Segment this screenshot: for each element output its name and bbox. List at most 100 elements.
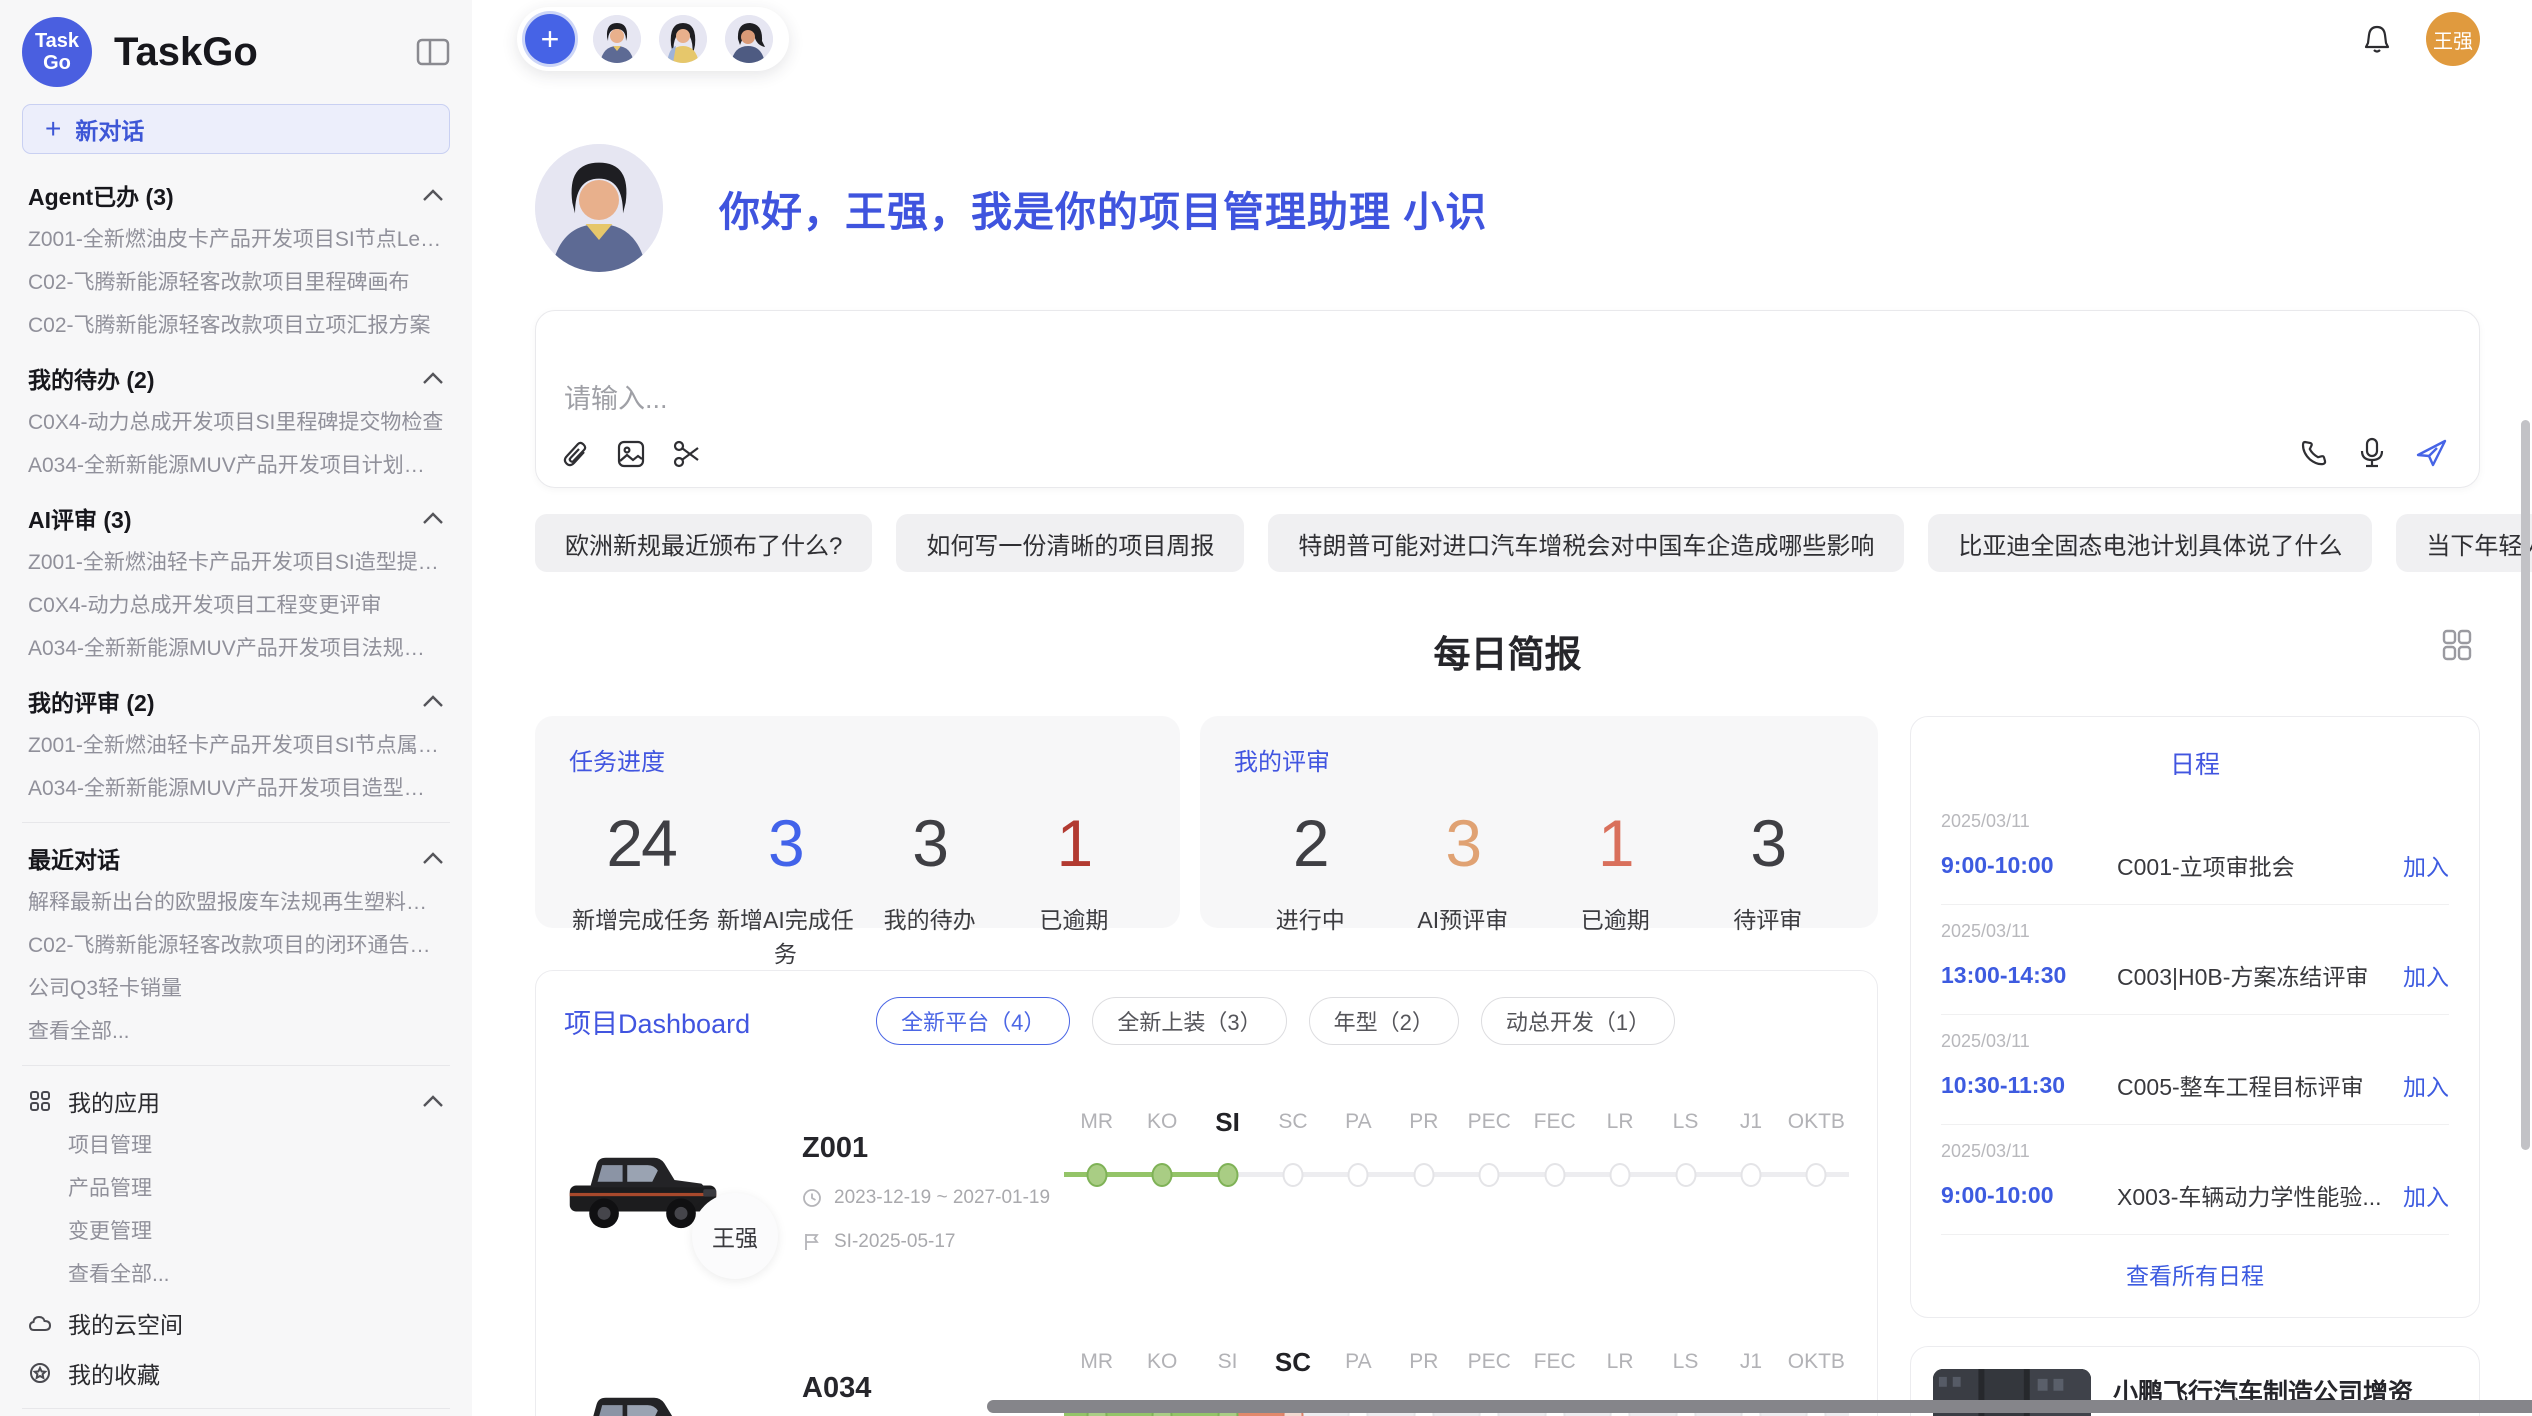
join-link[interactable]: 加入 — [2403, 1178, 2449, 1212]
sidebar-section-header[interactable]: Agent已办 (3) — [22, 172, 450, 218]
sidebar-section-header[interactable]: AI评审 (3) — [22, 495, 450, 541]
stat-cell: 1已逾期 — [1539, 805, 1692, 935]
sidebar-item[interactable]: C0X4-动力总成开发项目SI里程碑提交物检查 — [22, 401, 450, 444]
sidebar-item[interactable]: A034-全新新能源MUV产品开发项目法规符合性评审 — [22, 627, 450, 670]
recent-chat-item[interactable]: C02-飞腾新能源轻客改款项目的闭环通告反馈情况 — [22, 924, 450, 967]
agent-avatar-3[interactable] — [725, 15, 773, 63]
section-title: 我的评审 (2) — [28, 684, 155, 718]
sidebar: Task Go TaskGo + 新对话 Agent已办 (3)Z001-全新燃… — [0, 0, 472, 1416]
suggestion-chip[interactable]: 特朗普可能对进口汽车增税会对中国车企造成哪些影响 — [1268, 514, 1904, 572]
milestone-label: LS — [1673, 1105, 1699, 1139]
schedule-name: C003|H0B-方案冻结评审 — [2117, 958, 2403, 992]
milestone-label: KO — [1147, 1345, 1177, 1379]
app-sub-item[interactable]: 产品管理 — [22, 1167, 450, 1210]
task-progress-title: 任务进度 — [569, 742, 1146, 777]
chevron-up-icon[interactable] — [422, 511, 444, 525]
left-column: 任务进度 24新增完成任务3新增AI完成任务3我的待办1已逾期 我的评审 2进行… — [535, 716, 1878, 1416]
sidebar-section-header[interactable]: 我的待办 (2) — [22, 355, 450, 401]
milestone-label: OKTB — [1788, 1105, 1845, 1139]
join-link[interactable]: 加入 — [2403, 1068, 2449, 1102]
sidebar-item[interactable]: A034-全新新能源MUV产品开发项目造型可行性评审 — [22, 767, 450, 810]
sidebar-item[interactable]: Z001-全新燃油轻卡产品开发项目SI造型提交物评审 — [22, 541, 450, 584]
microphone-icon[interactable] — [2359, 437, 2385, 469]
suggestion-chip[interactable]: 欧洲新规最近颁布了什么? — [535, 514, 872, 572]
recent-chat-item[interactable]: 公司Q3轻卡销量 — [22, 967, 450, 1010]
milestone: SC — [1260, 1105, 1325, 1197]
app-sub-item[interactable]: 查看全部... — [22, 1253, 450, 1296]
schedule-item: 2025/03/119:00-10:00C001-立项审批会加入 — [1941, 795, 2449, 905]
plus-icon: + — [45, 113, 61, 145]
stat-label: 已逾期 — [1539, 901, 1692, 935]
milestone-label: PA — [1345, 1105, 1371, 1139]
suggestion-chip[interactable]: 如何写一份清晰的项目周报 — [896, 514, 1244, 572]
chevron-up-icon[interactable] — [422, 694, 444, 708]
sidebar-item[interactable]: A034-全新新能源MUV产品开发项目计划变更表编写 — [22, 444, 450, 487]
suggestion-chip[interactable]: 当下年轻人对汽车外观有怎样的喜好趋势 — [2396, 514, 2532, 572]
image-icon[interactable] — [616, 439, 646, 469]
chevron-up-icon[interactable] — [422, 188, 444, 202]
schedule-name: C001-立项审批会 — [2117, 848, 2403, 882]
notification-bell-icon[interactable] — [2362, 23, 2392, 55]
join-link[interactable]: 加入 — [2403, 958, 2449, 992]
section-title: 我的待办 (2) — [28, 361, 155, 395]
recent-chat-item[interactable]: 查看全部... — [22, 1010, 450, 1053]
send-icon[interactable] — [2415, 437, 2449, 469]
new-chat-button[interactable]: + 新对话 — [22, 104, 450, 154]
milestone-dot — [1479, 1163, 1500, 1187]
task-progress-stats: 24新增完成任务3新增AI完成任务3我的待办1已逾期 — [569, 805, 1146, 969]
sidebar-collapse-icon[interactable] — [416, 37, 450, 67]
schedule-date: 2025/03/11 — [1941, 921, 2449, 942]
schedule-title: 日程 — [1941, 737, 2449, 795]
sidebar-scroll-area[interactable]: Agent已办 (3)Z001-全新燃油皮卡产品开发项目SI节点Lesson L… — [22, 164, 450, 1416]
dashboard-tab[interactable]: 全新上装（3） — [1092, 997, 1286, 1045]
my-favorites-row[interactable]: 我的收藏 — [22, 1350, 450, 1396]
sidebar-item[interactable]: C02-飞腾新能源轻客改款项目立项汇报方案 — [22, 304, 450, 347]
suggestion-chip[interactable]: 比亚迪全固态电池计划具体说了什么 — [1928, 514, 2372, 572]
scissors-icon[interactable] — [672, 439, 702, 469]
milestone-label: LR — [1607, 1105, 1634, 1139]
sidebar-item[interactable]: C02-飞腾新能源轻客改款项目里程碑画布 — [22, 261, 450, 304]
chat-composer[interactable]: 请输入... — [535, 310, 2480, 488]
user-avatar[interactable]: 王强 — [2426, 12, 2480, 66]
sidebar-item[interactable]: C0X4-动力总成开发项目工程变更评审 — [22, 584, 450, 627]
agent-avatar-1[interactable] — [593, 15, 641, 63]
milestone-track — [1195, 1153, 1260, 1197]
dashboard-title: 项目Dashboard — [564, 1002, 750, 1041]
sidebar-item[interactable]: Z001-全新燃油轻卡产品开发项目SI节点属性5D文件评审 — [22, 724, 450, 767]
dashboard-tab[interactable]: 年型（2） — [1309, 997, 1459, 1045]
composer-tools-right — [2299, 437, 2449, 469]
agent-avatar-2[interactable] — [659, 15, 707, 63]
chevron-up-icon[interactable] — [422, 851, 444, 865]
phone-icon[interactable] — [2299, 438, 2329, 468]
milestone-dot — [1217, 1163, 1238, 1187]
dashboard-tab[interactable]: 全新平台（4） — [876, 997, 1070, 1045]
dashboard-tab[interactable]: 动总开发（1） — [1481, 997, 1675, 1045]
milestone-label: SC — [1278, 1105, 1307, 1139]
layout-grid-icon[interactable] — [2440, 628, 2474, 662]
milestone-track — [1522, 1153, 1587, 1197]
app-sub-item[interactable]: 项目管理 — [22, 1124, 450, 1167]
chevron-up-icon[interactable] — [422, 1094, 444, 1108]
my-apps-row[interactable]: 我的应用 — [22, 1078, 450, 1124]
horizontal-scrollbar[interactable] — [987, 1400, 2532, 1413]
schedule-line: 9:00-10:00X003-车辆动力学性能验...加入 — [1941, 1178, 2449, 1212]
milestone-dot — [1086, 1163, 1107, 1187]
chevron-up-icon[interactable] — [422, 371, 444, 385]
recent-chat-item[interactable]: 解释最新出台的欧盟报废车法规再生塑料比例被调至15%... — [22, 881, 450, 924]
brief-columns: 任务进度 24新增完成任务3新增AI完成任务3我的待办1已逾期 我的评审 2进行… — [535, 716, 2480, 1416]
my-cloud-row[interactable]: 我的云空间 — [22, 1300, 450, 1346]
favorites-badge-icon — [28, 1361, 52, 1385]
sidebar-item[interactable]: Z001-全新燃油皮卡产品开发项目SI节点Lesson Learn报告 — [22, 218, 450, 261]
app-sub-item[interactable]: 变更管理 — [22, 1210, 450, 1253]
attachment-icon[interactable] — [562, 439, 590, 469]
join-link[interactable]: 加入 — [2403, 848, 2449, 882]
milestone-label: PR — [1409, 1345, 1438, 1379]
vertical-scrollbar[interactable] — [2521, 420, 2530, 1150]
project-dates: 2023-12-19 ~ 2027-01-19 — [834, 1187, 1050, 1209]
recent-chats-header[interactable]: 最近对话 — [22, 835, 450, 881]
sidebar-section-header[interactable]: 我的评审 (2) — [22, 678, 450, 724]
view-all-schedule-link[interactable]: 查看所有日程 — [1941, 1235, 2449, 1303]
stat-value: 3 — [713, 805, 857, 881]
milestone: OKTB — [1784, 1105, 1849, 1197]
add-agent-button[interactable]: + — [525, 14, 575, 64]
